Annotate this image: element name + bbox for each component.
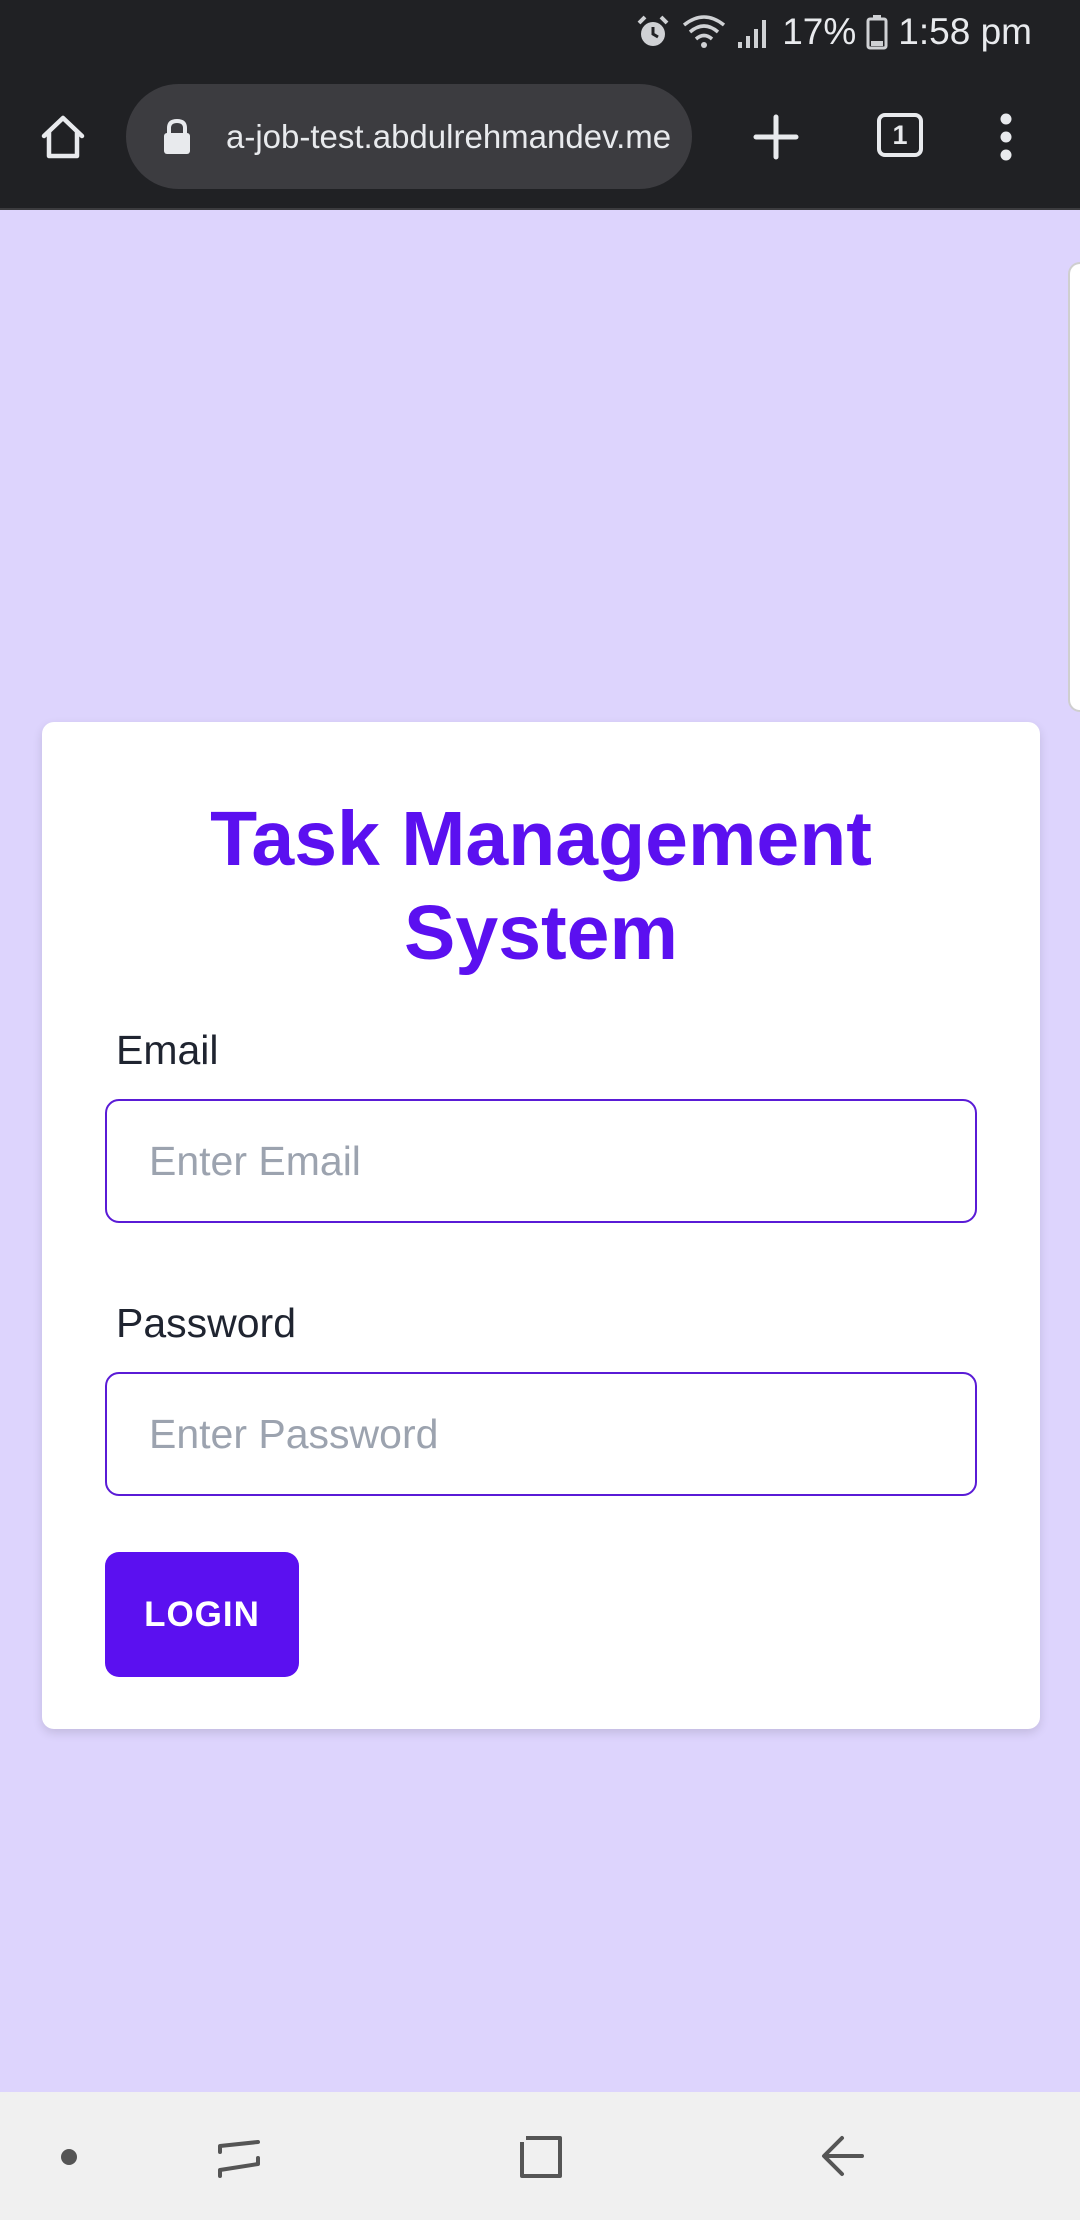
signal-icon bbox=[736, 14, 772, 50]
login-card: Task Management System Email Password LO… bbox=[42, 722, 1040, 1729]
page-title: Task Management System bbox=[210, 796, 872, 976]
password-field[interactable] bbox=[105, 1372, 977, 1496]
recents-icon[interactable] bbox=[204, 2122, 274, 2192]
home-icon[interactable] bbox=[30, 104, 96, 170]
home-square-icon[interactable] bbox=[506, 2122, 576, 2192]
scrollbar-handle[interactable] bbox=[1068, 262, 1080, 712]
battery-icon bbox=[866, 14, 888, 50]
status-icons: 17% 1:58 pm bbox=[634, 8, 1032, 56]
clock: 1:58 pm bbox=[898, 11, 1032, 52]
web-page: Task Management System Email Password LO… bbox=[0, 212, 1080, 2092]
dot-icon[interactable] bbox=[34, 2122, 104, 2192]
wifi-icon bbox=[682, 13, 726, 51]
url-text[interactable]: a-job-test.abdulrehmandev.me bbox=[226, 118, 674, 156]
password-label: Password bbox=[116, 1300, 297, 1346]
battery-percent: 17% bbox=[782, 11, 857, 52]
system-nav-bar bbox=[0, 2092, 1080, 2220]
email-field[interactable] bbox=[105, 1099, 977, 1223]
status-bar: 17% 1:58 pm bbox=[0, 0, 1080, 64]
lock-icon[interactable] bbox=[162, 118, 202, 156]
email-label: Email bbox=[116, 1027, 219, 1073]
tab-count: 1 bbox=[877, 113, 923, 157]
browser-toolbar: a-job-test.abdulrehmandev.me 1 bbox=[0, 64, 1080, 210]
alarm-icon bbox=[634, 13, 672, 51]
login-button[interactable]: LOGIN bbox=[105, 1552, 299, 1677]
address-bar[interactable]: a-job-test.abdulrehmandev.me bbox=[126, 84, 692, 189]
overflow-menu-icon[interactable] bbox=[980, 104, 1032, 170]
new-tab-plus-icon[interactable] bbox=[740, 104, 812, 170]
tab-switcher-button[interactable]: 1 bbox=[872, 107, 928, 163]
back-arrow-icon[interactable] bbox=[808, 2122, 878, 2192]
